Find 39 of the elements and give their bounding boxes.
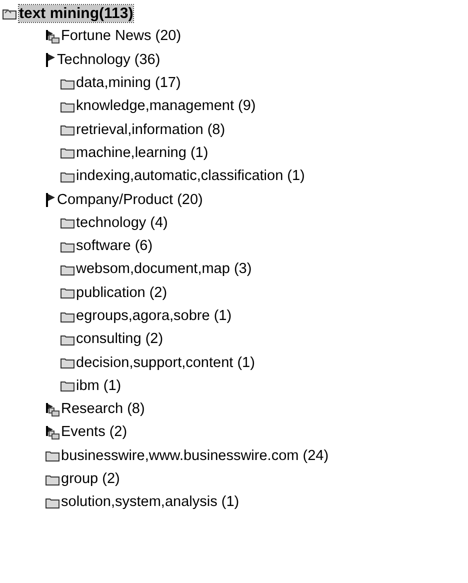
folder-icon: [60, 217, 75, 230]
folder-icon: [45, 450, 60, 462]
folder-icon: [60, 264, 75, 276]
open-folder-icon: [2, 7, 18, 20]
folder-icon: [60, 170, 75, 183]
tree-item[interactable]: Events (2): [61, 424, 128, 442]
tree-item[interactable]: machine,learning (1): [76, 144, 208, 162]
tree-item[interactable]: Technology (36): [57, 52, 160, 69]
folder-icon: [60, 240, 75, 253]
tree-item[interactable]: technology (4): [76, 214, 168, 232]
tree-item[interactable]: websom,document,map (3): [76, 261, 252, 278]
tree-root[interactable]: text mining(113): [19, 5, 134, 22]
tree-item[interactable]: egroups,agora,sobre (1): [76, 308, 232, 325]
folder-icon: [60, 147, 75, 160]
folder-icon: [60, 78, 75, 90]
folder-icon: [60, 100, 75, 113]
tree-item[interactable]: consulting (2): [76, 331, 164, 348]
tree-item[interactable]: decision,support,content (1): [76, 354, 255, 372]
tree-item[interactable]: software (6): [76, 238, 153, 256]
folder-icon: [60, 334, 75, 346]
tree-item[interactable]: group (2): [61, 471, 120, 488]
tree-item[interactable]: knowledge,management (9): [76, 98, 256, 116]
folder-icon: [45, 496, 60, 509]
tree-item[interactable]: Company/Product (20): [57, 192, 203, 209]
folder-icon: [60, 124, 75, 136]
tree-item[interactable]: Research (8): [61, 401, 145, 418]
folder-icon: [60, 357, 75, 370]
tree-item[interactable]: solution,system,analysis (1): [61, 494, 240, 512]
tree-item[interactable]: retrieval,information (8): [76, 122, 226, 139]
folder-icon: [45, 474, 60, 486]
folder-icon: [60, 287, 75, 300]
tree-item[interactable]: indexing,automatic,classification (1): [76, 168, 305, 186]
folder-icon: [60, 310, 75, 322]
tree-item[interactable]: publication (2): [76, 284, 168, 302]
folder-icon: [60, 380, 75, 392]
tree-item[interactable]: businesswire,www.businesswire.com (24): [61, 448, 329, 465]
tree-item[interactable]: data,mining (17): [76, 75, 181, 92]
tree-item[interactable]: ibm (1): [76, 378, 122, 395]
tree-item[interactable]: Fortune News (20): [61, 28, 182, 46]
